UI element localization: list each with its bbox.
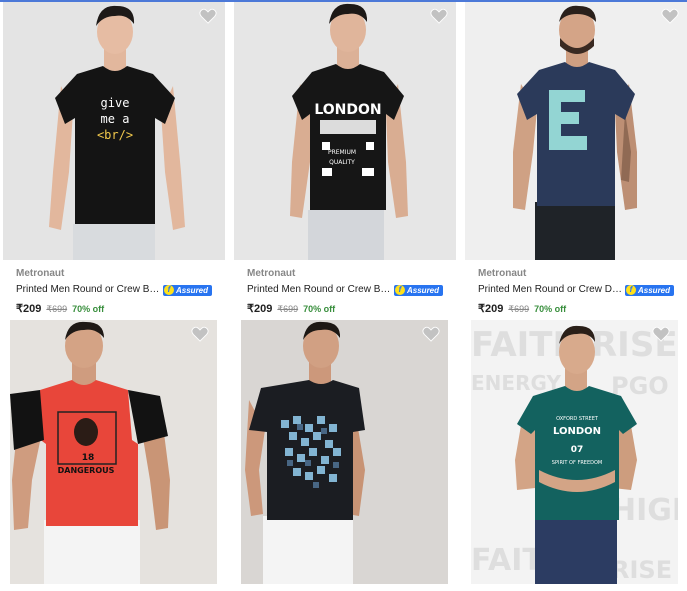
shirt-print-line-3: 07 — [571, 445, 584, 455]
product-image[interactable] — [241, 320, 448, 584]
product-price: ₹209 — [247, 303, 273, 315]
product-mrp: ₹699 — [508, 304, 530, 314]
product-discount: 70% off — [72, 304, 105, 314]
assured-badge: f Assured — [163, 284, 213, 296]
product-grid: give me a <br/> Metronaut Printed Men Ro… — [0, 2, 687, 591]
wishlist-heart-icon[interactable] — [661, 8, 679, 24]
background-word: HIGH — [611, 493, 678, 528]
product-price: ₹209 — [16, 303, 42, 315]
product-image[interactable]: 18 DANGEROUS — [10, 320, 217, 584]
wishlist-heart-icon[interactable] — [422, 326, 440, 342]
product-card[interactable]: FAITH RISE ENERGY PGO HIGH FAITH RISE OX… — [471, 320, 678, 584]
product-photo-teal-tee: FAITH RISE ENERGY PGO HIGH FAITH RISE OX… — [471, 320, 678, 584]
product-brand: Metronaut — [478, 268, 527, 279]
product-brand: Metronaut — [247, 268, 296, 279]
product-title[interactable]: Printed Men Round or Crew Black … — [16, 283, 160, 297]
flipkart-assured-icon: f — [164, 285, 174, 295]
shirt-print-line-1: give — [101, 96, 130, 110]
shirt-print-number: 18 — [82, 453, 95, 463]
wishlist-heart-icon[interactable] — [199, 8, 217, 24]
product-image[interactable]: give me a <br/> — [3, 2, 225, 260]
product-title[interactable]: Printed Men Round or Crew Dark … — [478, 283, 622, 297]
shirt-print-word: DANGEROUS — [58, 466, 115, 475]
product-card[interactable]: give me a <br/> Metronaut Printed Men Ro… — [3, 2, 225, 316]
product-discount: 70% off — [534, 304, 567, 314]
wishlist-heart-icon[interactable] — [191, 326, 209, 342]
shirt-print-line-1: OXFORD STREET — [556, 416, 599, 422]
product-mrp: ₹699 — [277, 304, 299, 314]
shirt-print-line-2: me a — [101, 112, 130, 126]
product-mrp: ₹699 — [46, 304, 68, 314]
shirt-print-line-3: QUALITY — [329, 159, 355, 166]
product-brand: Metronaut — [16, 268, 65, 279]
flipkart-assured-icon: f — [395, 285, 405, 295]
assured-badge: f Assured — [625, 284, 675, 296]
product-photo-black-pixel-tee — [241, 320, 448, 584]
shirt-print-line-1: LONDON — [314, 102, 381, 118]
product-photo-navy-tee — [465, 2, 687, 260]
shirt-print-line-3: <br/> — [97, 128, 133, 142]
shirt-print-line-2: LONDON — [553, 426, 601, 437]
product-price: ₹209 — [478, 303, 504, 315]
product-image[interactable] — [465, 2, 687, 260]
assured-badge: f Assured — [394, 284, 444, 296]
wishlist-heart-icon[interactable] — [430, 8, 448, 24]
wishlist-heart-icon[interactable] — [652, 326, 670, 342]
product-image[interactable]: FAITH RISE ENERGY PGO HIGH FAITH RISE OX… — [471, 320, 678, 584]
product-card[interactable]: Metronaut Printed Men Round or Crew Dark… — [465, 2, 687, 316]
product-image[interactable]: LONDON PREMIUM QUALITY — [234, 2, 456, 260]
product-discount: 70% off — [303, 304, 336, 314]
product-photo-black-london-tee: LONDON PREMIUM QUALITY — [234, 2, 456, 260]
shirt-print-line-2: PREMIUM — [328, 149, 356, 156]
flipkart-assured-icon: f — [626, 285, 636, 295]
product-title[interactable]: Printed Men Round or Crew Black … — [247, 283, 391, 297]
product-photo-red-tee: 18 DANGEROUS — [10, 320, 217, 584]
product-photo-black-br-tee: give me a <br/> — [3, 2, 225, 260]
background-word: RISE — [611, 556, 672, 584]
product-card[interactable]: 18 DANGEROUS — [10, 320, 217, 584]
product-card[interactable]: LONDON PREMIUM QUALITY Metronaut Printed… — [234, 2, 456, 316]
shirt-print-line-4: SPIRIT OF FREEDOM — [552, 460, 602, 466]
product-card[interactable] — [241, 320, 448, 584]
